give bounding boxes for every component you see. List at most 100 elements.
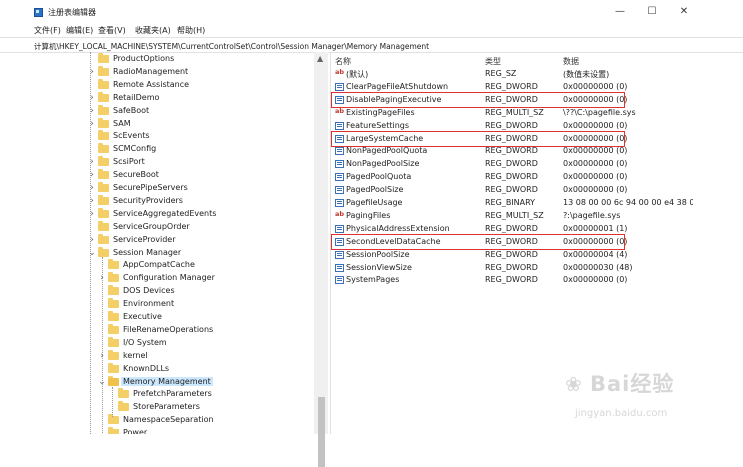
tree-item[interactable]: Power bbox=[34, 427, 314, 434]
value-row[interactable]: SystemPages REG_DWORD 0x00000000 (0) bbox=[331, 274, 731, 287]
menu-help[interactable]: 帮助(H) bbox=[177, 25, 205, 36]
tree-item-label: Memory Management bbox=[121, 376, 213, 386]
tree-item-label: NamespaceSeparation bbox=[123, 415, 214, 425]
menu-edit[interactable]: 编辑(E) bbox=[66, 25, 93, 36]
value-name: PhysicalAddressExtension bbox=[346, 223, 450, 233]
tree-item[interactable]: FileRenameOperations bbox=[34, 323, 314, 337]
tree-item[interactable]: › SecurePipeServers bbox=[34, 182, 314, 195]
value-row[interactable]: SecondLevelDataCache REG_DWORD 0x00000000 … bbox=[331, 236, 731, 249]
tree-item-label: Configuration Manager bbox=[123, 273, 215, 283]
watermark-brand: Bai经验 bbox=[590, 372, 675, 396]
tree-item[interactable]: › SecurityProviders bbox=[34, 194, 314, 208]
menu-favorites[interactable]: 收藏夹(A) bbox=[135, 25, 171, 36]
value-row[interactable]: SessionViewSize REG_DWORD 0x00000030 (48) bbox=[331, 262, 731, 275]
tree-item[interactable]: ScEvents bbox=[34, 130, 314, 143]
tree-item[interactable]: › Configuration Manager bbox=[34, 272, 314, 285]
chevron-down-icon[interactable]: ⌄ bbox=[88, 248, 96, 258]
tree-item[interactable]: › SAM bbox=[34, 117, 314, 131]
tree-item[interactable]: DOS Devices bbox=[34, 285, 314, 298]
tree-item[interactable]: › SafeBoot bbox=[34, 104, 314, 118]
tree-item-label: SecurityProviders bbox=[113, 195, 183, 205]
value-name: PagingFiles bbox=[346, 210, 391, 220]
registry-tree: ProductOptions › RadioManagement Remote Ass… bbox=[34, 52, 331, 434]
column-header-type[interactable]: 类型 bbox=[485, 56, 501, 67]
tree-item[interactable]: ProductOptions bbox=[34, 53, 314, 66]
value-row[interactable]: NonPagedPoolSize REG_DWORD 0x00000000 (0) bbox=[331, 158, 731, 171]
value-data: 0x00000030 (48) bbox=[563, 262, 633, 272]
maximize-button[interactable]: ☐ bbox=[644, 5, 660, 19]
minimize-button[interactable]: — bbox=[612, 5, 628, 19]
tree-item[interactable]: Executive bbox=[34, 311, 314, 324]
tree-item[interactable]: › ScsiPort bbox=[34, 156, 314, 169]
folder-icon bbox=[118, 388, 129, 399]
value-row[interactable]: PagedPoolQuota REG_DWORD 0x00000000 (0) bbox=[331, 171, 731, 184]
value-data: 0x00000000 (0) bbox=[563, 236, 628, 246]
tree-scrollbar[interactable]: ▲ bbox=[314, 52, 328, 467]
chevron-right-icon[interactable]: › bbox=[88, 196, 96, 206]
value-data: 13 08 00 00 6c 94 00 00 e4 38 01 0 bbox=[563, 198, 693, 207]
value-row[interactable]: PagingFiles REG_MULTI_SZ ?:\pagefile.sys bbox=[331, 210, 731, 223]
tree-item[interactable]: KnownDLLs bbox=[34, 362, 314, 376]
tree-item[interactable]: › kernel bbox=[34, 349, 314, 363]
folder-icon bbox=[98, 207, 109, 218]
address-path[interactable]: 计算机\HKEY_LOCAL_MACHINE\SYSTEM\CurrentCon… bbox=[34, 41, 429, 52]
value-name: PagedPoolQuota bbox=[346, 172, 412, 182]
binary-value-icon bbox=[335, 147, 344, 156]
chevron-right-icon[interactable]: › bbox=[88, 209, 96, 219]
scroll-up-icon[interactable]: ▲ bbox=[317, 54, 323, 63]
binary-value-icon bbox=[335, 199, 344, 207]
binary-value-icon bbox=[335, 224, 344, 233]
tree-item[interactable]: ServiceGroupOrder bbox=[34, 220, 314, 234]
folder-icon bbox=[108, 427, 119, 434]
value-row[interactable]: SessionPoolSize REG_DWORD 0x00000004 (4) bbox=[331, 249, 731, 262]
chevron-right-icon[interactable]: › bbox=[88, 183, 96, 193]
tree-item-label: Power bbox=[123, 428, 148, 434]
tree-item[interactable]: › ServiceAggregatedEvents bbox=[34, 207, 314, 221]
tree-item[interactable]: ⌄ Memory Management bbox=[34, 375, 314, 389]
tree-item[interactable]: NamespaceSeparation bbox=[34, 414, 314, 427]
menu-view[interactable]: 查看(V) bbox=[98, 25, 126, 36]
tree-item[interactable]: StoreParameters bbox=[34, 401, 314, 414]
tree-item[interactable]: I/O System bbox=[34, 336, 314, 350]
tree-item[interactable]: ⌄ Session Manager bbox=[34, 246, 314, 260]
tree-item[interactable]: AppCompatCache bbox=[34, 259, 314, 272]
folder-icon bbox=[98, 143, 109, 154]
value-type: REG_DWORD bbox=[485, 94, 538, 104]
folder-icon bbox=[98, 104, 109, 115]
tree-item[interactable]: › SecureBoot bbox=[34, 169, 314, 182]
value-row[interactable]: ExistingPageFiles REG_MULTI_SZ \??\C:\page… bbox=[331, 107, 731, 120]
tree-item[interactable]: › RadioManagement bbox=[34, 65, 314, 79]
folder-icon bbox=[98, 130, 109, 141]
value-row[interactable]: PagefileUsage REG_BINARY 13 08 00 00 6c 94… bbox=[331, 197, 731, 210]
value-type: REG_DWORD bbox=[485, 236, 538, 246]
scroll-thumb[interactable] bbox=[318, 397, 325, 467]
column-header-name[interactable]: 名称 bbox=[335, 56, 351, 67]
chevron-right-icon[interactable]: › bbox=[88, 119, 96, 129]
tree-item[interactable]: › ServiceProvider bbox=[34, 233, 314, 247]
close-button[interactable]: ✕ bbox=[676, 5, 692, 19]
address-bar[interactable]: 计算机\HKEY_LOCAL_MACHINE\SYSTEM\CurrentCon… bbox=[0, 37, 743, 53]
tree-item[interactable]: SCMConfig bbox=[34, 143, 314, 156]
value-row[interactable]: LargeSystemCache REG_DWORD 0x00000000 (0) bbox=[331, 133, 731, 146]
chevron-right-icon[interactable]: › bbox=[88, 235, 96, 245]
chevron-right-icon[interactable]: › bbox=[88, 106, 96, 116]
menu-file[interactable]: 文件(F) bbox=[34, 25, 61, 36]
tree-item[interactable]: Remote Assistance bbox=[34, 78, 314, 92]
value-row[interactable]: (默认) REG_SZ (数值未设置) bbox=[331, 68, 731, 81]
tree-item[interactable]: Environment bbox=[34, 298, 314, 311]
value-row[interactable]: DisablePagingExecutive REG_DWORD 0x0000000… bbox=[331, 94, 731, 107]
chevron-right-icon[interactable]: › bbox=[88, 170, 96, 180]
binary-value-icon bbox=[335, 82, 344, 91]
value-data: 0x00000000 (0) bbox=[563, 275, 628, 285]
chevron-right-icon[interactable]: › bbox=[88, 93, 96, 103]
value-row[interactable]: PagedPoolSize REG_DWORD 0x00000000 (0) bbox=[331, 184, 731, 197]
column-header-data[interactable]: 数据 bbox=[563, 56, 579, 67]
value-name: ClearPageFileAtShutdown bbox=[346, 81, 449, 91]
folder-icon bbox=[108, 311, 119, 321]
value-row[interactable]: NonPagedPoolQuota REG_DWORD 0x00000000 (0) bbox=[331, 145, 731, 158]
tree-item[interactable]: › RetailDemo bbox=[34, 91, 314, 105]
tree-item-label: RetailDemo bbox=[113, 92, 160, 102]
chevron-right-icon[interactable]: › bbox=[88, 67, 96, 77]
chevron-right-icon[interactable]: › bbox=[88, 157, 96, 167]
tree-item[interactable]: PrefetchParameters bbox=[34, 388, 314, 401]
